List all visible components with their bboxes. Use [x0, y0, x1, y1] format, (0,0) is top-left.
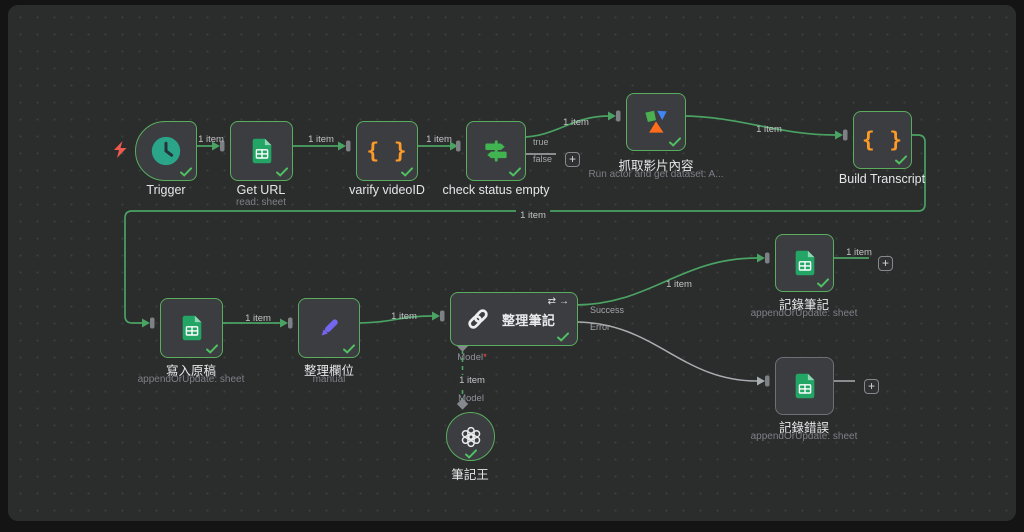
node-build-transcript[interactable]: { }: [853, 111, 912, 169]
code-braces-icon: { }: [367, 141, 408, 162]
wire-label-items: 1 item: [756, 124, 782, 135]
wire-label-items: 1 item: [563, 117, 589, 128]
node-write-draft[interactable]: [160, 298, 223, 358]
node-sublabel-tidy-fields: manual: [313, 374, 346, 385]
wire-label-items: 1 item: [245, 313, 271, 324]
wire-label-items: 1 item: [426, 134, 452, 145]
lightning-bolt-icon: [114, 141, 127, 158]
add-node-button-recordnotes[interactable]: +: [878, 256, 893, 271]
node-varify-videoid[interactable]: { }: [356, 121, 418, 181]
wire-label-items: 1 item: [198, 134, 224, 145]
node-record-notes[interactable]: [775, 234, 834, 292]
node-fetch-video-content[interactable]: [626, 93, 686, 151]
node-label-trigger: Trigger: [146, 183, 185, 197]
port-label-model-required: Model*: [457, 352, 487, 363]
port-label-model: Model: [458, 393, 484, 404]
node-sublabel-write-draft: appendOrUpdate: sheet: [138, 374, 245, 385]
success-checkmark-icon: [276, 167, 288, 177]
port-label-true: true: [533, 137, 549, 147]
node-title: 整理筆記: [502, 310, 555, 329]
port-label-false: false: [533, 154, 552, 164]
success-checkmark-icon: [401, 167, 413, 177]
add-node-button-false[interactable]: +: [565, 152, 580, 167]
success-checkmark-icon: [669, 137, 681, 147]
success-checkmark-icon: [180, 167, 192, 177]
input-arrowhead-grey: [757, 377, 765, 386]
wire-label-items: 1 item: [455, 375, 489, 386]
node-sublabel-fetch-video: Run actor and get dataset: A...: [588, 169, 723, 180]
node-record-errors[interactable]: [775, 357, 834, 415]
node-notes-king[interactable]: [446, 412, 495, 461]
arrow-right-icon: →: [559, 296, 569, 307]
workflow-canvas[interactable]: { } { }: [8, 5, 1016, 521]
chain-link-icon: [465, 306, 491, 332]
node-check-status-empty[interactable]: [466, 121, 526, 181]
node-sublabel-record-errors: appendOrUpdate: sheet: [751, 431, 858, 442]
success-checkmark-icon: [509, 167, 521, 177]
wire-label-items: 1 item: [308, 134, 334, 145]
node-label-notes-king: 筆記王: [451, 464, 489, 483]
apify-icon: [641, 107, 671, 137]
clock-icon: [149, 134, 183, 168]
google-sheets-icon: [791, 372, 819, 400]
wire-label-items: 1 item: [516, 210, 550, 221]
node-get-url[interactable]: [230, 121, 293, 181]
port-label-error: Error: [590, 322, 610, 332]
success-checkmark-icon: [895, 155, 907, 165]
n8n-window: { } { }: [0, 0, 1024, 532]
success-checkmark-icon: [817, 278, 829, 288]
port-label-success: Success: [590, 305, 624, 315]
switch-signpost-icon: [481, 136, 511, 166]
success-checkmark-icon: [557, 332, 569, 342]
node-label-check-status: check status empty: [443, 183, 550, 197]
wire-label-items: 1 item: [666, 279, 692, 290]
wire-label-items: 1 item: [391, 311, 417, 322]
node-sublabel-get-url: read: sheet: [236, 197, 286, 208]
success-checkmark-icon: [206, 344, 218, 354]
connections-layer: [8, 5, 1016, 521]
node-label-varify-videoid: varify videoID: [349, 183, 425, 197]
node-trigger[interactable]: [135, 121, 197, 181]
node-label-build-transcript: Build Transcript: [839, 172, 925, 186]
add-node-button-recorderrors[interactable]: +: [864, 379, 879, 394]
google-sheets-icon: [248, 137, 276, 165]
wire-label-items: 1 item: [846, 247, 872, 258]
success-checkmark-icon: [465, 449, 477, 459]
google-sheets-icon: [178, 314, 206, 342]
node-label-get-url: Get URL: [237, 183, 286, 197]
code-braces-icon: { }: [862, 130, 903, 151]
openai-icon: [459, 425, 483, 449]
pencil-icon: [315, 314, 343, 342]
node-sublabel-record-notes: appendOrUpdate: sheet: [751, 308, 858, 319]
node-organize-notes[interactable]: 整理筆記 ⇄→: [450, 292, 578, 346]
retry-loop-icon: ⇄: [548, 296, 556, 307]
success-checkmark-icon: [343, 344, 355, 354]
node-tidy-fields[interactable]: [298, 298, 360, 358]
google-sheets-icon: [791, 249, 819, 277]
